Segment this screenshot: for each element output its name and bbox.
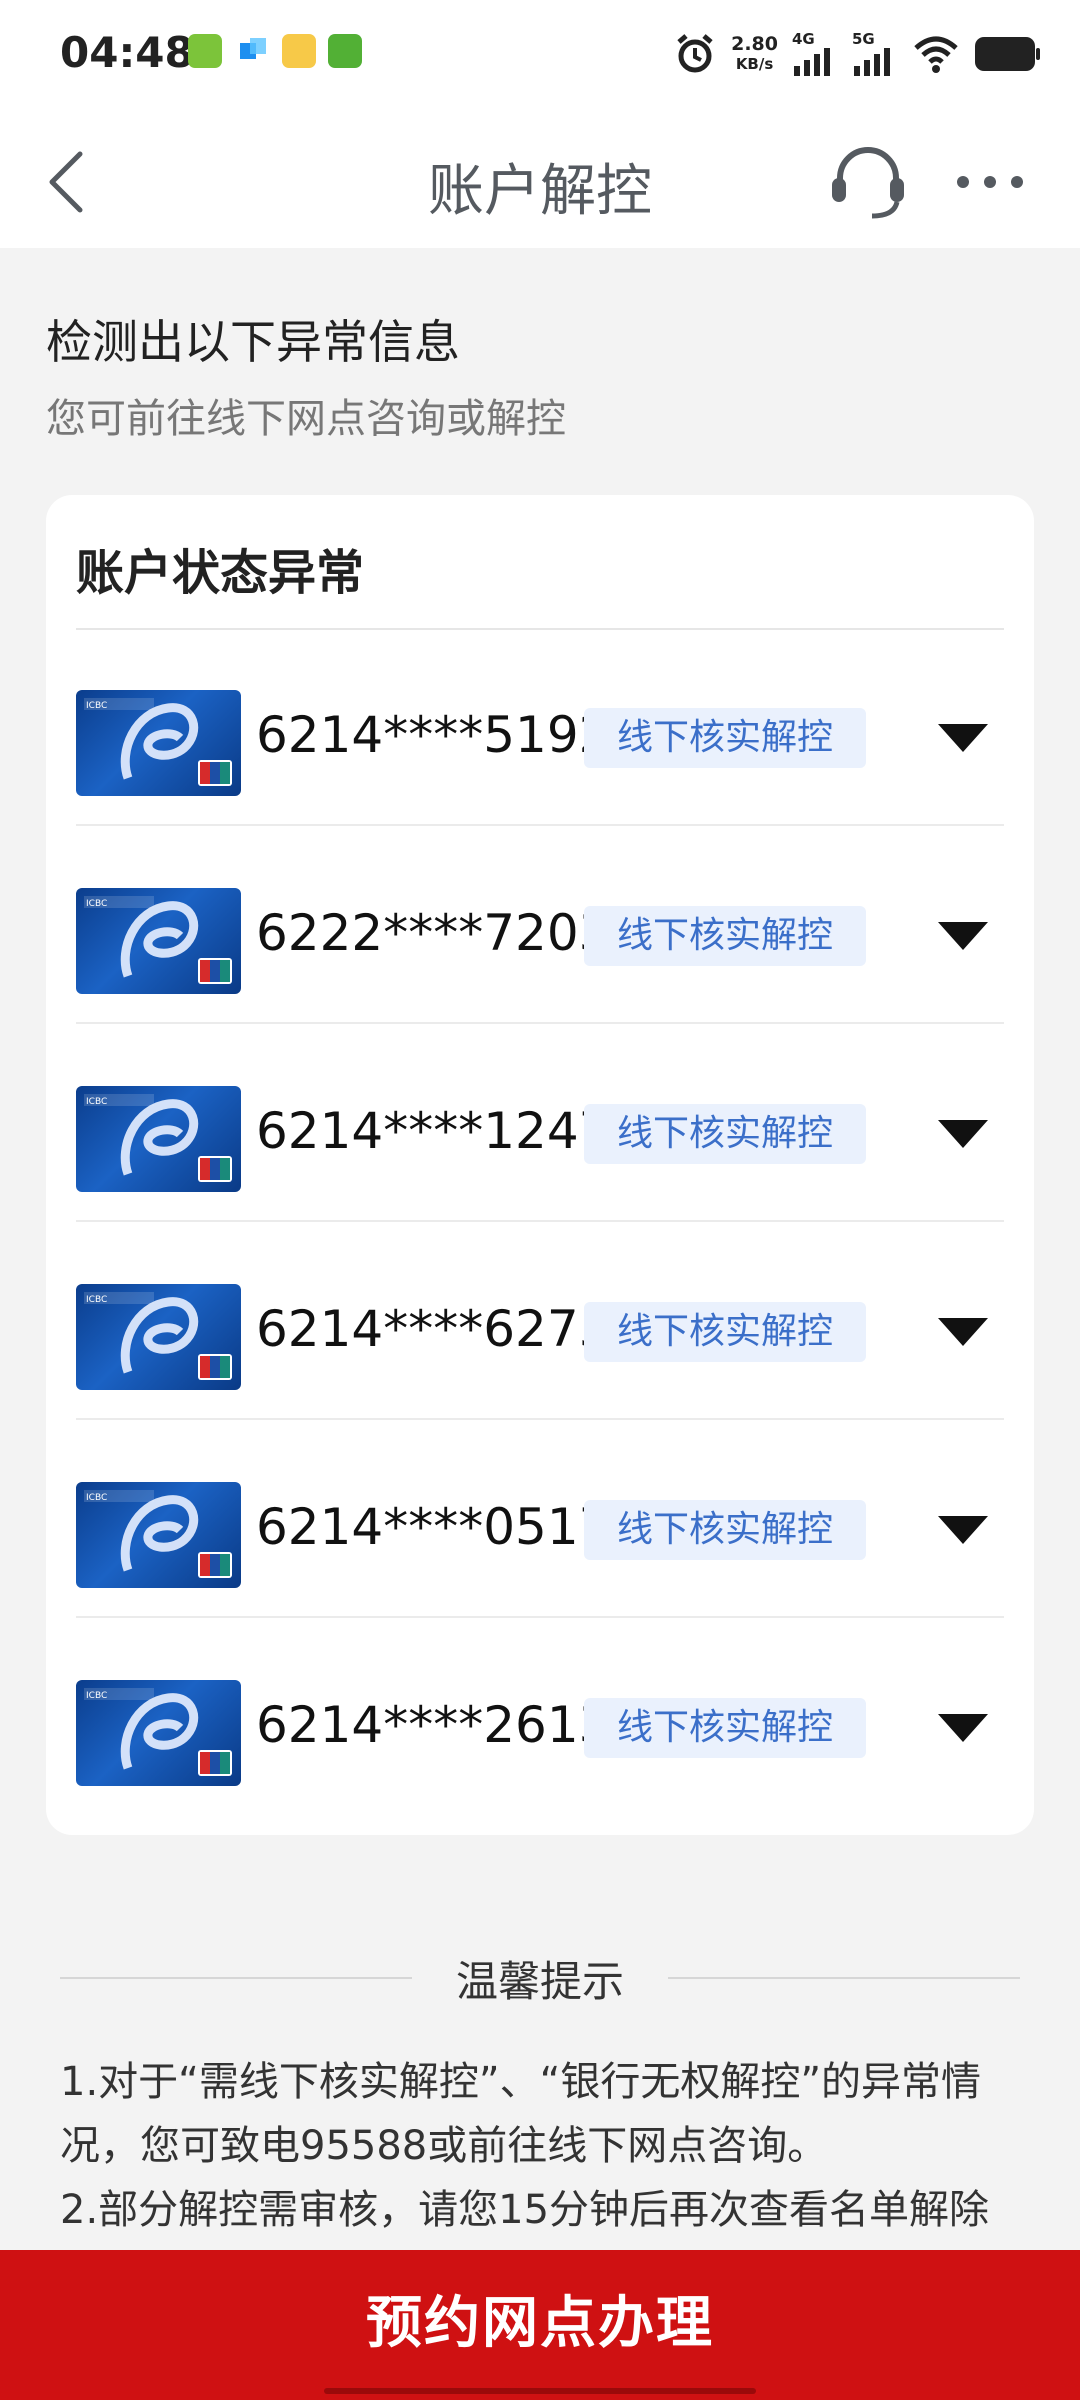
bank-card-icon: ICBC: [76, 1680, 241, 1786]
notification-icon-3: [282, 34, 316, 68]
unlock-status-tag: 线下核实解控: [584, 1302, 866, 1362]
unlock-status-tag: 线下核实解控: [584, 1104, 866, 1164]
bank-card-icon: ICBC: [76, 1086, 241, 1192]
network-speed: 2.80 KB/s: [731, 34, 778, 74]
alarm-icon: [677, 34, 713, 73]
account-row[interactable]: ICBC 6214****2613 线下核实解控: [76, 1620, 1004, 1816]
bank-card-icon: ICBC: [76, 888, 241, 994]
notification-icon-2: [236, 34, 270, 68]
book-branch-button[interactable]: 预约网点办理: [0, 2250, 1080, 2400]
speed-value: 2.80: [731, 33, 778, 55]
battery-icon: [975, 37, 1040, 71]
account-row[interactable]: ICBC 6214****0517 线下核实解控: [76, 1422, 1004, 1618]
row-divider: [76, 1220, 1004, 1222]
caret-down-icon[interactable]: [936, 1712, 990, 1744]
svg-text:ICBC: ICBC: [86, 899, 107, 909]
notice-subtitle: 您可前往线下网点咨询或解控: [46, 396, 566, 442]
caret-down-icon[interactable]: [936, 1118, 990, 1150]
unlock-status-tag: 线下核实解控: [584, 906, 866, 966]
account-row[interactable]: ICBC 6222****7203 线下核实解控: [76, 828, 1004, 1024]
tips-line-1: 1.对于“需线下核实解控”、“银行无权解控”的异常情况，您可致电95588或前往…: [60, 2059, 982, 2169]
account-status-card: 账户状态异常 ICBC 6214****5192 线下核实解控 ICBC 6222***…: [46, 495, 1034, 1835]
account-number: 6214****5192: [256, 706, 611, 764]
account-number: 6214****2613: [256, 1696, 611, 1754]
row-divider: [76, 1022, 1004, 1024]
wifi-icon: [914, 36, 958, 73]
bank-card-icon: ICBC: [76, 1284, 241, 1390]
row-divider: [76, 1418, 1004, 1420]
unlock-status-tag: 线下核实解控: [584, 1500, 866, 1560]
unlock-status-tag: 线下核实解控: [584, 1698, 866, 1758]
account-number: 6214****6275: [256, 1300, 611, 1358]
account-row[interactable]: ICBC 6214****6275 线下核实解控: [76, 1224, 1004, 1420]
signal-5g: 5G: [852, 30, 898, 76]
row-divider: [76, 1616, 1004, 1618]
account-row[interactable]: ICBC 6214****1247 线下核实解控: [76, 1026, 1004, 1222]
svg-text:ICBC: ICBC: [86, 1493, 107, 1503]
notification-icon-1: [188, 34, 222, 68]
more-dots-icon[interactable]: [955, 170, 1025, 194]
bank-card-icon: ICBC: [76, 1482, 241, 1588]
signal-4g: 4G: [792, 30, 838, 76]
account-number: 6222****7203: [256, 904, 611, 962]
caret-down-icon[interactable]: [936, 1316, 990, 1348]
row-divider: [76, 824, 1004, 826]
svg-text:ICBC: ICBC: [86, 1295, 107, 1305]
signal-bars-icon: [794, 48, 830, 76]
bank-card-icon: ICBC: [76, 690, 241, 796]
navigation-bar: 账户解控: [0, 110, 1080, 248]
unlock-status-tag: 线下核实解控: [584, 708, 866, 768]
status-time: 04:48: [60, 28, 194, 77]
status-bar: 04:48 2.80 KB/s 4G 5G: [0, 0, 1080, 110]
headset-icon[interactable]: [828, 142, 908, 222]
account-number: 6214****0517: [256, 1498, 611, 1556]
account-row[interactable]: ICBC 6214****5192 线下核实解控: [76, 630, 1004, 826]
svg-text:ICBC: ICBC: [86, 701, 107, 711]
speed-unit: KB/s: [735, 55, 774, 73]
caret-down-icon[interactable]: [936, 722, 990, 754]
status-right: 2.80 KB/s 4G 5G: [673, 26, 1040, 82]
notification-icon-4: [328, 34, 362, 68]
page-title: 账户解控: [428, 159, 652, 224]
svg-text:ICBC: ICBC: [86, 1691, 107, 1701]
tips-line-right: [668, 1977, 1020, 1979]
svg-text:ICBC: ICBC: [86, 1097, 107, 1107]
card-title: 账户状态异常: [76, 545, 365, 601]
caret-down-icon[interactable]: [936, 920, 990, 952]
home-indicator: [324, 2388, 756, 2394]
signal-bars-icon: [854, 48, 890, 76]
caret-down-icon[interactable]: [936, 1514, 990, 1546]
account-number: 6214****1247: [256, 1102, 611, 1160]
notice-title: 检测出以下异常信息: [46, 315, 460, 369]
